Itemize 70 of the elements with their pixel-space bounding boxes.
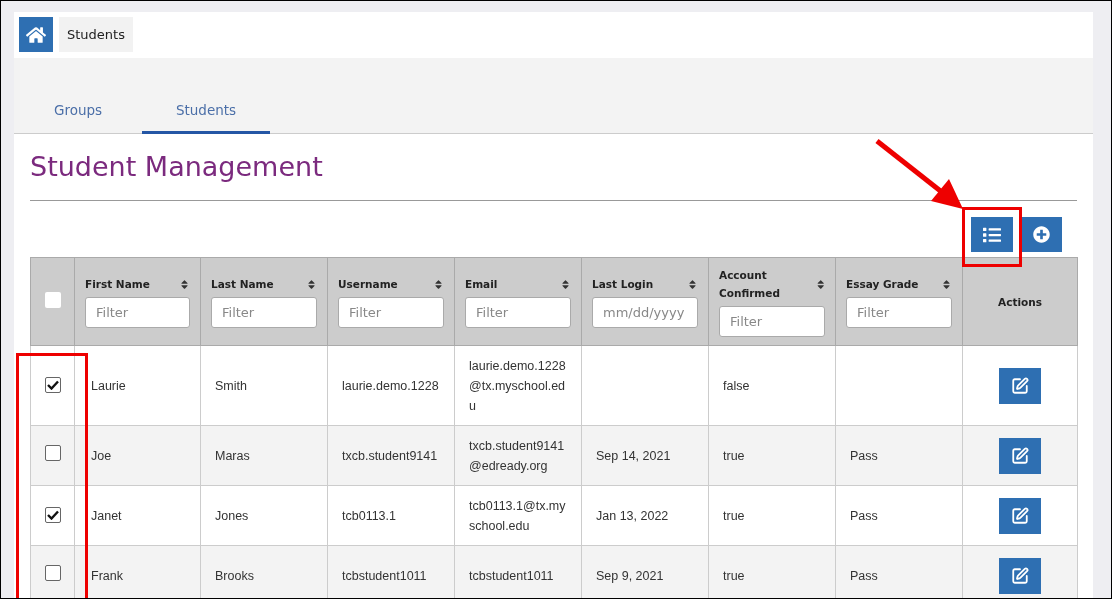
edit-icon xyxy=(1011,506,1029,525)
sort-icon[interactable] xyxy=(179,278,190,290)
column-label: Essay Grade xyxy=(846,277,919,292)
filter-field[interactable]: Filter xyxy=(719,306,825,337)
column-label: Email xyxy=(465,277,498,292)
column-label: Last Name xyxy=(211,277,274,292)
table-cell: true xyxy=(708,545,836,598)
table-cell: txcb.student9141 xyxy=(327,425,455,486)
filter-field[interactable]: Filter xyxy=(338,297,444,328)
table-cell: tcb0113.1 xyxy=(327,485,455,546)
tab[interactable]: Students xyxy=(142,102,270,134)
column-label: Actions xyxy=(997,294,1043,310)
table-cell: true xyxy=(708,425,836,486)
checkbox[interactable] xyxy=(44,292,61,308)
table-cell: laurie.demo.1228 xyxy=(327,345,455,426)
checkbox[interactable] xyxy=(45,376,61,393)
sort-icon[interactable] xyxy=(815,278,825,290)
checkbox[interactable] xyxy=(45,444,61,461)
filter-field[interactable]: Filter xyxy=(85,297,190,328)
table-cell: Pass xyxy=(835,545,963,598)
filter-field[interactable]: Filter xyxy=(465,297,571,328)
table-cell: true xyxy=(708,485,836,546)
table-cell: Pass xyxy=(835,425,963,486)
table-cell: Jones xyxy=(200,485,328,546)
table-cell: laurie.demo.1228@tx.myschool.edu xyxy=(454,345,582,426)
table-cell: Frank xyxy=(74,545,201,598)
edit-button[interactable] xyxy=(999,557,1041,594)
breadcrumb-link[interactable]: Students xyxy=(59,17,133,52)
table-cell: txcb.student9141@edready.org xyxy=(454,425,582,486)
filter-field[interactable]: Filter xyxy=(846,297,952,328)
table-cell: Sep 9, 2021 xyxy=(581,545,709,598)
edit-icon xyxy=(1011,446,1029,465)
home-icon xyxy=(26,24,46,45)
sort-icon[interactable] xyxy=(306,278,317,290)
sort-icon[interactable] xyxy=(560,278,571,290)
edit-icon xyxy=(1011,376,1029,395)
list-icon xyxy=(983,225,1001,244)
table-cell: Janet xyxy=(74,485,201,546)
filter-field[interactable]: mm/dd/yyyy xyxy=(592,297,698,328)
edit-button[interactable] xyxy=(999,497,1041,534)
edit-button[interactable] xyxy=(999,437,1041,474)
column-label: Account Confirmed xyxy=(719,268,781,301)
table-cell: Pass xyxy=(835,485,963,546)
add-button[interactable] xyxy=(1020,217,1062,252)
table-cell: tcb0113.1@tx.myschool.edu xyxy=(454,485,582,546)
table-cell: Joe xyxy=(74,425,201,486)
table-cell: false xyxy=(708,345,836,426)
sort-icon[interactable] xyxy=(433,278,444,290)
edit-button[interactable] xyxy=(999,367,1041,404)
sort-icon[interactable] xyxy=(687,278,698,290)
table-cell: Smith xyxy=(200,345,328,426)
sort-icon[interactable] xyxy=(941,278,952,290)
edit-icon xyxy=(1011,566,1029,585)
checkbox[interactable] xyxy=(45,506,61,523)
table-cell: Laurie xyxy=(74,345,201,426)
list-view-button[interactable] xyxy=(971,217,1013,252)
table-cell: Jan 13, 2022 xyxy=(581,485,709,546)
column-label: Username xyxy=(338,277,398,292)
checkbox[interactable] xyxy=(45,564,61,581)
tab[interactable]: Groups xyxy=(14,102,142,134)
table-cell: Sep 14, 2021 xyxy=(581,425,709,486)
table-cell: tcbstudent1011 xyxy=(454,545,582,598)
column-label: Last Login xyxy=(592,277,654,292)
highlight-frame xyxy=(962,207,1022,267)
table-cell: Brooks xyxy=(200,545,328,598)
table-cell: Maras xyxy=(200,425,328,486)
column-label: First Name xyxy=(85,277,150,292)
table-cell: tcbstudent1011 xyxy=(327,545,455,598)
filter-field[interactable]: Filter xyxy=(211,297,317,328)
home-button[interactable] xyxy=(19,17,53,52)
